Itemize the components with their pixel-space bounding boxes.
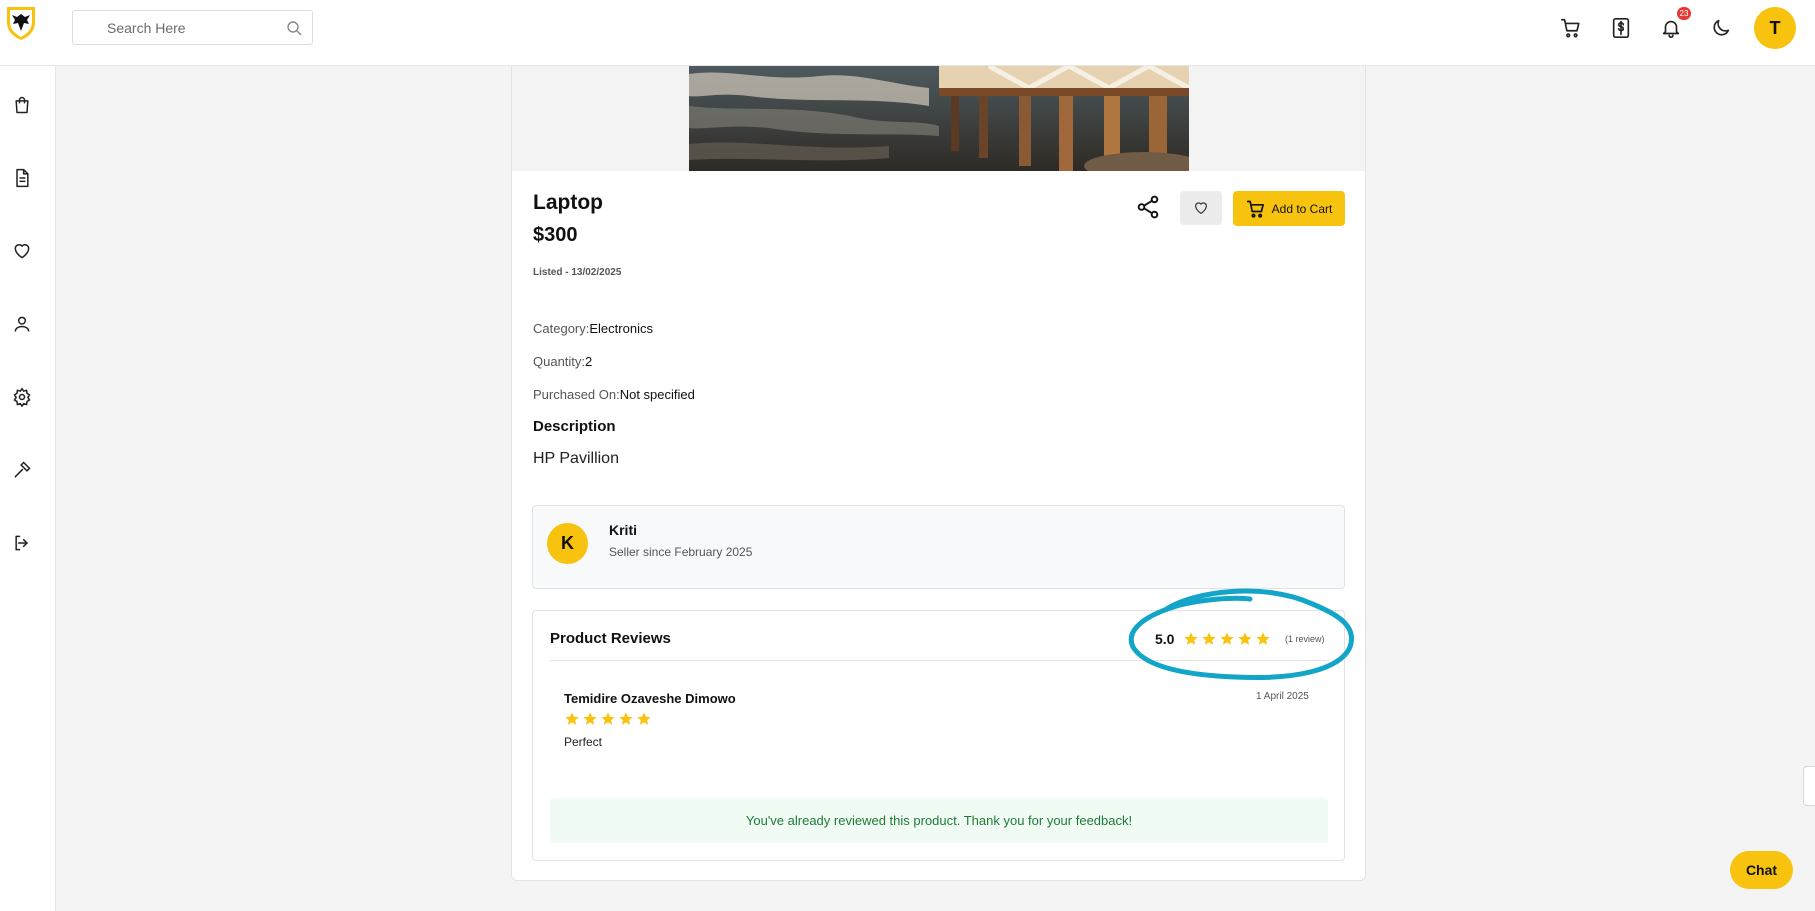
sidebar [0, 66, 56, 911]
user-icon[interactable] [10, 312, 34, 336]
purchased-label: Purchased On: [533, 387, 620, 402]
quantity-value: 2 [585, 354, 593, 369]
product-image-area [512, 66, 1365, 171]
share-icon[interactable] [1135, 194, 1161, 220]
product-reviews: Product Reviews 5.0 (1 review) Temidire … [532, 610, 1345, 861]
logo[interactable] [4, 4, 38, 42]
category-value: Electronics [589, 321, 653, 336]
search-input[interactable] [73, 11, 312, 44]
cart-icon[interactable] [1558, 15, 1584, 41]
heart-icon [1195, 202, 1207, 214]
shopping-bag-icon[interactable] [10, 93, 34, 117]
product-image [689, 66, 1189, 171]
product-card: Laptop $300 Listed - 13/02/2025 Add to C… [511, 66, 1366, 881]
star-icon [565, 712, 579, 725]
seller-card[interactable]: K Kriti Seller since February 2025 [532, 505, 1345, 589]
description-heading: Description [533, 418, 616, 435]
quantity-row: Quantity:2 [533, 354, 592, 369]
product-price: $300 [533, 224, 578, 246]
average-rating: 5.0 [1155, 631, 1175, 647]
search-icon[interactable] [286, 20, 302, 36]
star-icon [583, 712, 597, 725]
already-reviewed-notice: You've already reviewed this product. Th… [550, 798, 1328, 843]
gear-icon[interactable] [10, 385, 34, 409]
seller-since: Seller since February 2025 [609, 545, 753, 559]
notification-badge: 23 [1677, 7, 1691, 20]
star-icon [1238, 632, 1252, 645]
purchased-row: Purchased On:Not specified [533, 387, 695, 402]
heart-icon[interactable] [10, 239, 34, 263]
review-stars [564, 711, 652, 727]
top-bar: 23 T [0, 0, 1815, 66]
user-avatar[interactable]: T [1754, 7, 1796, 49]
star-icon [1184, 632, 1198, 645]
seller-name: Kriti [609, 522, 637, 538]
review-author: Temidire Ozaveshe Dimowo [564, 691, 736, 706]
add-to-cart-button[interactable]: Add to Cart [1233, 191, 1345, 226]
average-rating-stars [1183, 631, 1271, 647]
seller-avatar: K [547, 523, 588, 564]
category-row: Category:Electronics [533, 321, 653, 336]
star-icon [1202, 632, 1216, 645]
side-handle[interactable] [1803, 766, 1815, 806]
moon-icon[interactable] [1708, 15, 1734, 41]
search-box [72, 10, 313, 45]
product-title: Laptop [533, 191, 603, 214]
star-icon [601, 712, 615, 725]
review-date: 1 April 2025 [1256, 691, 1309, 702]
quantity-label: Quantity: [533, 354, 586, 369]
category-label: Category: [533, 321, 590, 336]
star-icon [619, 712, 633, 725]
review-count: (1 review) [1285, 634, 1325, 644]
reviews-title: Product Reviews [550, 630, 671, 647]
description-text: HP Pavillion [533, 450, 619, 467]
dollar-icon[interactable] [1608, 15, 1634, 41]
review-text: Perfect [564, 735, 603, 749]
star-icon [1256, 632, 1270, 645]
divider [550, 660, 1328, 661]
wishlist-button[interactable] [1180, 191, 1222, 225]
logout-icon[interactable] [10, 531, 34, 555]
star-icon [637, 712, 651, 725]
gavel-icon[interactable] [10, 458, 34, 482]
document-icon[interactable] [10, 166, 34, 190]
purchased-value: Not specified [619, 387, 695, 402]
cart-icon [1246, 200, 1264, 218]
add-to-cart-label: Add to Cart [1271, 201, 1333, 216]
chat-button[interactable]: Chat [1730, 851, 1793, 889]
star-icon [1220, 632, 1234, 645]
listed-date: Listed - 13/02/2025 [533, 267, 622, 278]
